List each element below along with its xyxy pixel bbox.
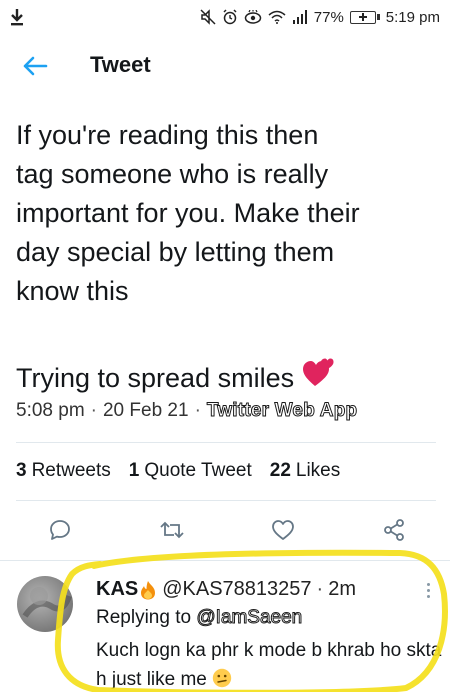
battery-percent: 77% bbox=[313, 8, 344, 26]
share-icon bbox=[384, 519, 404, 541]
tweet-text: If you're reading this then tag someone … bbox=[16, 120, 360, 306]
app-header: Tweet bbox=[0, 38, 450, 94]
likes-label: Likes bbox=[295, 460, 341, 481]
fire-emoji-icon bbox=[140, 580, 156, 600]
divider bbox=[16, 442, 436, 443]
reply-time: 2m bbox=[328, 578, 357, 600]
download-icon bbox=[10, 8, 24, 26]
replying-to-mention[interactable]: @IamSaeen bbox=[196, 607, 303, 629]
retweets-count: 3 bbox=[16, 460, 27, 481]
separator-dot: · bbox=[316, 578, 324, 600]
quotes-count: 1 bbox=[128, 460, 140, 481]
reply-text-content: Kuch logn ka phr k mode b khrab ho skta … bbox=[96, 640, 442, 690]
replying-prefix: Replying to bbox=[96, 607, 192, 628]
replying-to: Replying to @IamSaeen bbox=[96, 607, 303, 629]
separator-dot: · bbox=[90, 400, 97, 421]
reply-button[interactable] bbox=[42, 512, 78, 548]
reply-text: Kuch logn ka phr k mode b khrab ho skta … bbox=[96, 636, 444, 692]
divider bbox=[16, 500, 436, 501]
tweet-meta: 5:08 pm · 20 Feb 21 · Twitter Web App bbox=[16, 400, 358, 422]
likes-count: 22 bbox=[269, 460, 291, 481]
retweet-button[interactable] bbox=[154, 512, 190, 548]
eye-comfort-icon bbox=[244, 10, 262, 24]
retweets-label: Retweets bbox=[31, 460, 111, 481]
share-button[interactable] bbox=[376, 512, 412, 548]
more-options-button[interactable] bbox=[420, 578, 436, 602]
confused-face-emoji-icon bbox=[212, 668, 232, 688]
status-bar: 77% 5:19 pm bbox=[0, 0, 450, 34]
page-title: Tweet bbox=[90, 52, 151, 77]
signal-icon bbox=[292, 10, 308, 24]
alarm-icon bbox=[222, 9, 238, 25]
arrow-left-icon bbox=[23, 56, 48, 76]
quote-tweets-stat[interactable]: 1 Quote Tweet bbox=[129, 460, 252, 482]
separator-dot: · bbox=[194, 400, 201, 421]
tweet-actions bbox=[0, 512, 450, 548]
divider bbox=[0, 560, 450, 561]
tweet-date: 20 Feb 21 bbox=[102, 400, 189, 421]
retweets-stat[interactable]: 3 Retweets bbox=[16, 460, 111, 482]
reply-author-handle[interactable]: @KAS78813257 bbox=[162, 578, 311, 601]
reply-avatar[interactable] bbox=[17, 576, 73, 632]
battery-icon bbox=[349, 10, 380, 24]
back-button[interactable] bbox=[18, 52, 52, 80]
reply-tweet[interactable]: KAS @KAS78813257 · 2m Replying to @IamSa… bbox=[0, 568, 450, 692]
like-button[interactable] bbox=[265, 512, 301, 548]
reply-header: KAS @KAS78813257 · 2m bbox=[96, 578, 356, 601]
retweet-icon bbox=[160, 521, 184, 539]
status-time: 5:19 pm bbox=[385, 8, 440, 26]
likes-stat[interactable]: 22 Likes bbox=[270, 460, 341, 482]
tweet-extra-text: Trying to spread smiles bbox=[16, 363, 295, 393]
reply-author-name[interactable]: KAS bbox=[96, 578, 138, 601]
heart-icon bbox=[272, 520, 294, 540]
tweet-stats: 3 Retweets 1 Quote Tweet 22 Likes bbox=[16, 460, 340, 482]
mute-icon bbox=[200, 9, 216, 25]
two-hearts-emoji-icon bbox=[302, 358, 334, 399]
quotes-label: Quote Tweet bbox=[144, 460, 252, 481]
tweet-source-link[interactable]: Twitter Web App bbox=[206, 400, 357, 422]
tweet-time: 5:08 pm bbox=[16, 400, 85, 421]
tweet-extra-line: Trying to spread smiles bbox=[16, 358, 436, 399]
comment-icon bbox=[50, 520, 70, 540]
wifi-icon bbox=[268, 10, 286, 24]
